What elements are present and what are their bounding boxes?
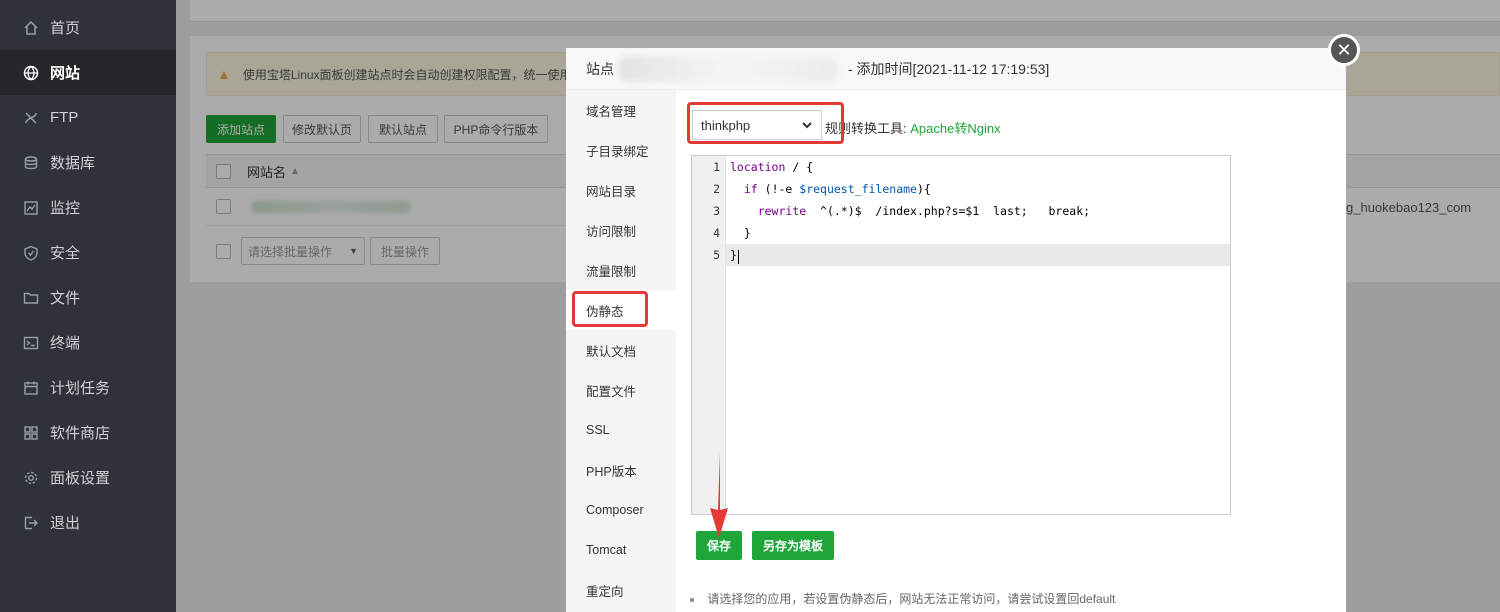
sidebar-item-security[interactable]: 安全 bbox=[0, 230, 176, 275]
code-line: location / { bbox=[730, 160, 814, 174]
side-item-default-doc[interactable]: 默认文档 bbox=[566, 330, 676, 370]
monitor-icon bbox=[22, 199, 40, 217]
bullet-icon bbox=[690, 597, 694, 602]
rewrite-tip: 请选择您的应用，若设置伪静态后，网站无法正常访问，请尝试设置回default bbox=[690, 590, 1115, 607]
sidebar-item-files[interactable]: 文件 bbox=[0, 275, 176, 320]
shield-icon bbox=[22, 244, 40, 262]
modal-title-suffix: - 添加时间[2021-11-12 17:19:53] bbox=[848, 60, 1050, 77]
line-number: 3 bbox=[713, 204, 720, 218]
side-item-subdir[interactable]: 子目录绑定 bbox=[566, 130, 676, 170]
code-line: } bbox=[730, 226, 751, 240]
redacted-site-name bbox=[618, 56, 838, 82]
sidebar-item-label: 网站 bbox=[50, 65, 81, 82]
close-icon[interactable]: ✕ bbox=[1328, 34, 1360, 66]
sidebar-item-home[interactable]: 首页 bbox=[0, 5, 176, 50]
modal-side-menu: 域名管理 子目录绑定 网站目录 访问限制 流量限制 伪静态 默认文档 配置文件 … bbox=[566, 90, 676, 612]
rewrite-tip-text: 请选择您的应用，若设置伪静态后，网站无法正常访问，请尝试设置回default bbox=[707, 592, 1116, 606]
sidebar-item-label: 文件 bbox=[50, 290, 81, 307]
side-item-redirect[interactable]: 重定向 bbox=[566, 570, 676, 610]
sidebar-item-terminal[interactable]: 终端 bbox=[0, 320, 176, 365]
side-item-tomcat[interactable]: Tomcat bbox=[566, 530, 676, 570]
rule-convert-tool: 规则转换工具: Apache转Nginx bbox=[825, 118, 1001, 137]
sidebar-item-label: 软件商店 bbox=[50, 425, 111, 442]
sidebar-item-monitor[interactable]: 监控 bbox=[0, 185, 176, 230]
sidebar-item-database[interactable]: 数据库 bbox=[0, 140, 176, 185]
terminal-icon bbox=[22, 334, 40, 352]
sidebar-item-settings[interactable]: 面板设置 bbox=[0, 455, 176, 500]
sidebar-item-label: FTP bbox=[50, 109, 79, 126]
text-cursor bbox=[738, 250, 739, 264]
save-as-template-button[interactable]: 另存为模板 bbox=[752, 531, 834, 560]
side-item-domain[interactable]: 域名管理 bbox=[566, 90, 676, 130]
rewrite-code-editor[interactable]: 1 2 3 4 5 location / { if (!-e $request_… bbox=[691, 155, 1231, 515]
side-item-site-dir[interactable]: 网站目录 bbox=[566, 170, 676, 210]
sidebar-item-label: 安全 bbox=[50, 245, 81, 262]
globe-icon bbox=[22, 64, 40, 82]
grid-icon bbox=[22, 424, 40, 442]
side-item-traffic-limit[interactable]: 流量限制 bbox=[566, 250, 676, 290]
active-line-highlight bbox=[692, 244, 1230, 266]
modal-title-prefix: 站点 bbox=[586, 60, 614, 77]
side-item-config-file[interactable]: 配置文件 bbox=[566, 370, 676, 410]
sidebar-item-ftp[interactable]: FTP bbox=[0, 95, 176, 140]
home-icon bbox=[22, 19, 40, 37]
side-item-ssl[interactable]: SSL bbox=[566, 410, 676, 450]
side-item-composer[interactable]: Composer bbox=[566, 490, 676, 530]
database-icon bbox=[22, 154, 40, 172]
side-item-php-version[interactable]: PHP版本 bbox=[566, 450, 676, 490]
code-line: if (!-e $request_filename){ bbox=[743, 182, 931, 196]
sidebar-item-label: 终端 bbox=[50, 335, 81, 352]
folder-icon bbox=[22, 289, 40, 307]
line-number: 2 bbox=[713, 182, 720, 196]
sidebar: 首页 网站 FTP 数据库 监控 安全 文件 终端 计划任务 软件商店 面板设置 bbox=[0, 0, 176, 612]
sidebar-item-website[interactable]: 网站 bbox=[0, 50, 176, 95]
annotation-highlight-rewrite bbox=[572, 291, 648, 327]
annotation-highlight-select bbox=[687, 102, 844, 144]
ftp-icon bbox=[22, 109, 40, 127]
modal-header: 站点 - 添加时间[2021-11-12 17:19:53] bbox=[566, 48, 1346, 90]
code-line: rewrite ^(.*)$ /index.php?s=$1 last; bre… bbox=[757, 204, 1091, 218]
line-number: 1 bbox=[713, 160, 720, 174]
line-number: 5 bbox=[713, 248, 720, 262]
apache-to-nginx-link[interactable]: Apache转Nginx bbox=[910, 121, 1000, 136]
sidebar-item-label: 计划任务 bbox=[50, 380, 111, 397]
sidebar-item-label: 监控 bbox=[50, 200, 81, 217]
gear-icon bbox=[22, 469, 40, 487]
line-number: 4 bbox=[713, 226, 720, 240]
sidebar-item-store[interactable]: 软件商店 bbox=[0, 410, 176, 455]
annotation-arrow-icon bbox=[710, 452, 728, 538]
calendar-icon bbox=[22, 379, 40, 397]
sidebar-item-cron[interactable]: 计划任务 bbox=[0, 365, 176, 410]
sidebar-item-label: 首页 bbox=[50, 20, 81, 37]
side-item-access-limit[interactable]: 访问限制 bbox=[566, 210, 676, 250]
sidebar-item-label: 数据库 bbox=[50, 155, 96, 172]
sidebar-item-label: 面板设置 bbox=[50, 470, 111, 487]
sidebar-item-logout[interactable]: 退出 bbox=[0, 500, 176, 545]
sidebar-item-label: 退出 bbox=[50, 515, 81, 532]
logout-icon bbox=[22, 514, 40, 532]
code-line: } bbox=[730, 248, 737, 262]
